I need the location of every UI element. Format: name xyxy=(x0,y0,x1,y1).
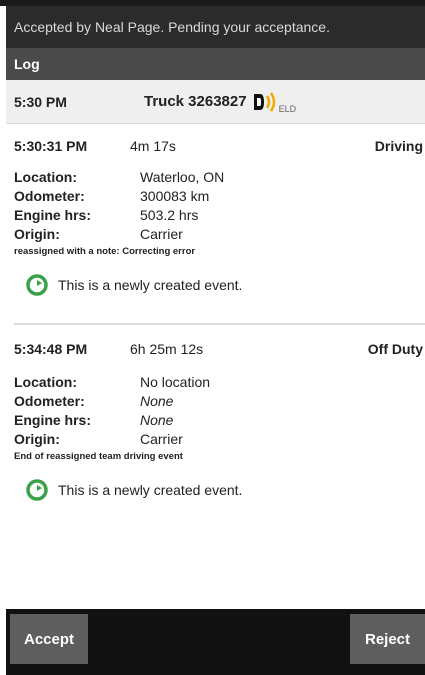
action-footer: Accept Reject xyxy=(6,609,425,675)
engine-hrs-value: None xyxy=(140,412,174,428)
log-header: Log xyxy=(6,48,425,80)
event-header: 5:30:31 PM 4m 17s Driving xyxy=(14,124,425,168)
eld-label: ELD xyxy=(278,103,297,114)
truck-name: Truck 3263827 xyxy=(144,93,247,110)
accept-button[interactable]: Accept xyxy=(10,614,88,664)
vehicle-time: 5:30 PM xyxy=(14,93,67,110)
created-event-notice: This is a newly created event. xyxy=(14,470,425,510)
origin-value: Carrier xyxy=(140,226,183,242)
vehicle-row: 5:30 PM Truck 3263827 ELD xyxy=(6,80,425,124)
event-status: Off Duty xyxy=(367,341,423,357)
status-banner-text: Accepted by Neal Page. Pending your acce… xyxy=(14,19,330,35)
engine-hrs-row: Engine hrs: 503.2 hrs xyxy=(14,206,425,225)
log-event[interactable]: 5:30:31 PM 4m 17s Driving Location: Wate… xyxy=(6,124,425,325)
event-duration: 6h 25m 12s xyxy=(130,341,204,357)
odometer-label: Odometer: xyxy=(14,393,85,409)
location-label: Location: xyxy=(14,374,77,390)
green-refresh-icon xyxy=(26,274,48,296)
eld-signal-icon xyxy=(253,91,277,113)
status-banner: Accepted by Neal Page. Pending your acce… xyxy=(6,6,425,48)
location-row: Location: No location xyxy=(14,373,425,392)
odometer-value: 300083 km xyxy=(140,188,210,204)
log-event[interactable]: 5:34:48 PM 6h 25m 12s Off Duty Location:… xyxy=(6,325,425,510)
odometer-value: None xyxy=(140,393,174,409)
green-refresh-icon xyxy=(26,479,48,501)
event-time: 5:34:48 PM xyxy=(14,341,88,357)
event-duration: 4m 17s xyxy=(130,138,176,154)
reject-button[interactable]: Reject xyxy=(350,614,425,664)
created-event-text: This is a newly created event. xyxy=(58,277,243,293)
origin-value: Carrier xyxy=(140,431,183,447)
event-note: reassigned with a note: Correcting error xyxy=(14,246,196,257)
odometer-label: Odometer: xyxy=(14,188,85,204)
location-row: Location: Waterloo, ON xyxy=(14,168,425,187)
engine-hrs-label: Engine hrs: xyxy=(14,412,92,428)
engine-hrs-value: 503.2 hrs xyxy=(140,207,199,223)
origin-label: Origin: xyxy=(14,226,60,242)
origin-row: Origin: Carrier xyxy=(14,430,425,449)
truck-label: Truck 3263827 ELD xyxy=(144,90,296,114)
engine-hrs-row: Engine hrs: None xyxy=(14,411,425,430)
origin-label: Origin: xyxy=(14,431,60,447)
event-status: Driving xyxy=(374,138,423,154)
location-label: Location: xyxy=(14,169,77,185)
log-title: Log xyxy=(14,56,40,72)
odometer-row: Odometer: None xyxy=(14,392,425,411)
app-frame: Accepted by Neal Page. Pending your acce… xyxy=(6,6,425,675)
location-value: No location xyxy=(140,374,211,390)
location-value: Waterloo, ON xyxy=(140,169,225,185)
event-note: End of reassigned team driving event xyxy=(14,451,183,462)
engine-hrs-label: Engine hrs: xyxy=(14,207,92,223)
created-event-notice: This is a newly created event. xyxy=(14,265,425,305)
created-event-text: This is a newly created event. xyxy=(58,482,243,498)
event-time: 5:30:31 PM xyxy=(14,138,88,154)
origin-row: Origin: Carrier xyxy=(14,225,425,244)
event-header: 5:34:48 PM 6h 25m 12s Off Duty xyxy=(14,325,425,373)
odometer-row: Odometer: 300083 km xyxy=(14,187,425,206)
